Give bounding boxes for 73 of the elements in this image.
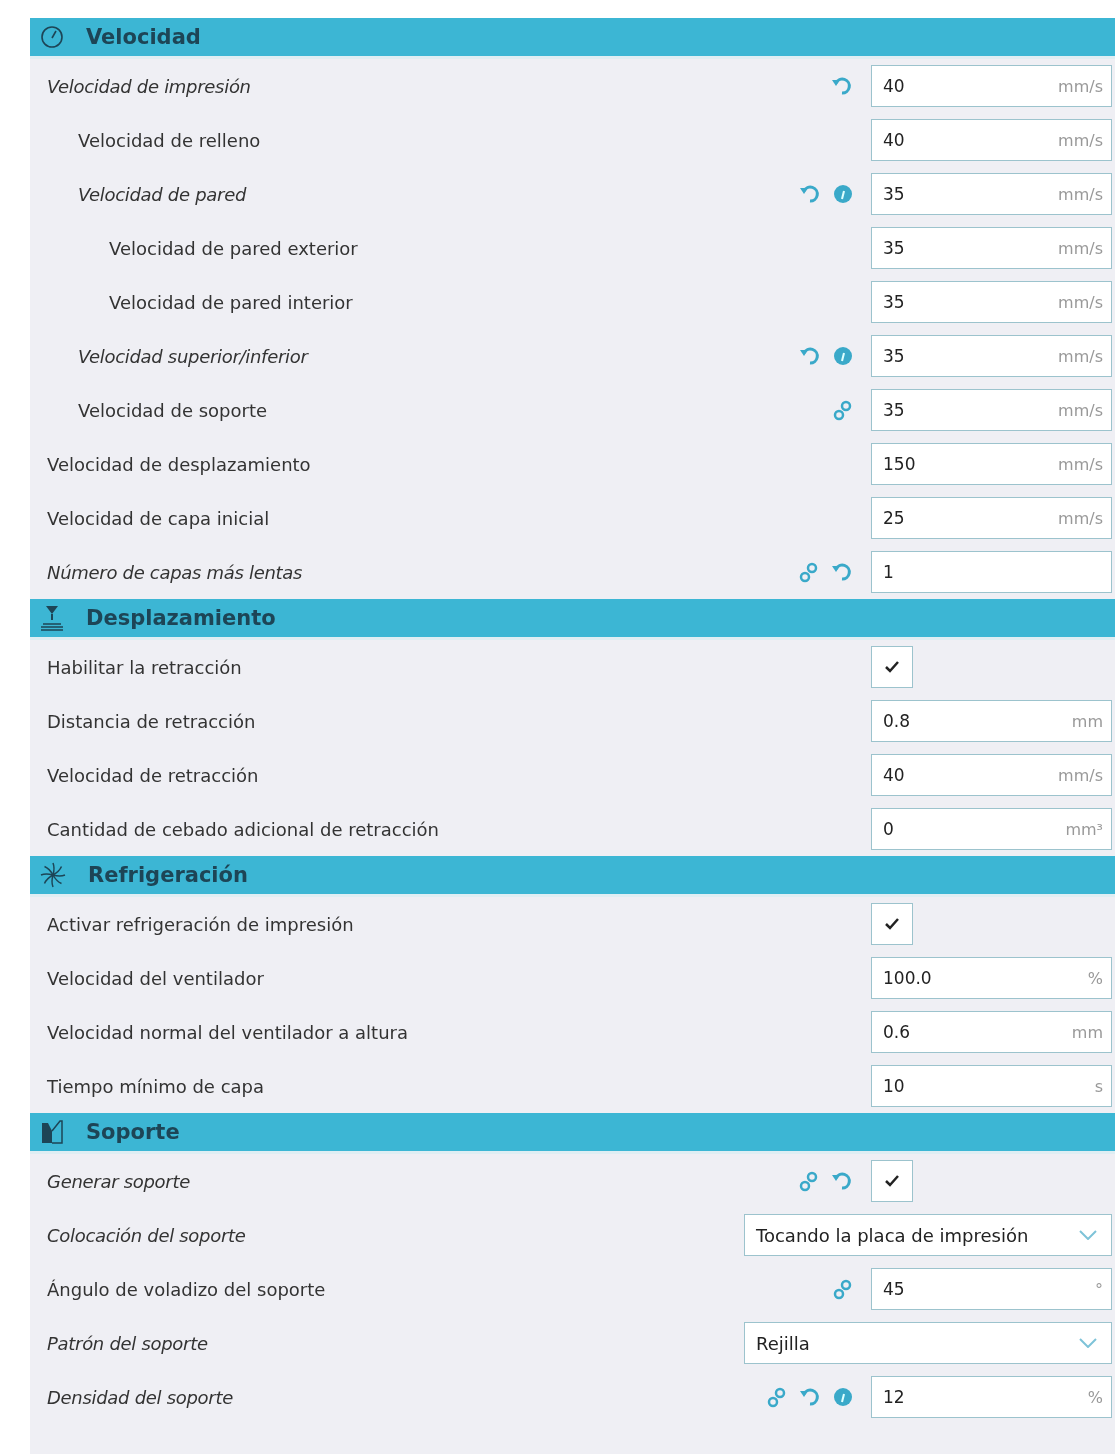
info-icon[interactable] (833, 346, 853, 366)
reset-icon[interactable] (799, 1386, 821, 1408)
setting-label: Velocidad superior/inferior (77, 345, 308, 367)
fan-icon (40, 862, 66, 888)
setting-label: Velocidad de pared interior (108, 291, 353, 313)
setting-label: Velocidad de desplazamiento (46, 453, 311, 475)
number-field[interactable]: 35 mm/s (871, 227, 1112, 269)
setting-label: Número de capas más lentas (46, 561, 303, 583)
chevron-icon (1079, 1230, 1097, 1240)
checkbox[interactable] (871, 903, 913, 945)
nozzle-icon (40, 605, 64, 631)
setting-label: Velocidad normal del ventilador a altura (46, 1021, 408, 1043)
checkmark-icon (884, 917, 900, 931)
number-field[interactable]: 35 mm/s (871, 389, 1112, 431)
number-field[interactable]: 0.6 mm (871, 1011, 1112, 1053)
setting-label: Activar refrigeración de impresión (46, 913, 354, 935)
setting-label: Cantidad de cebado adicional de retracción (46, 818, 439, 840)
setting-label: Distancia de retracción (46, 710, 256, 732)
section-header[interactable]: Velocidad (30, 18, 1115, 59)
reset-icon[interactable] (799, 345, 821, 367)
checkmark-icon (884, 660, 900, 674)
setting-label: Patrón del soporte (46, 1332, 208, 1354)
number-field[interactable]: 100.0 % (871, 957, 1112, 999)
dropdown[interactable]: Tocando la placa de impresión (744, 1214, 1112, 1256)
setting-label: Velocidad de relleno (77, 129, 261, 151)
setting-label: Velocidad de retracción (46, 764, 259, 786)
number-field[interactable]: 0 mm³ (871, 808, 1112, 850)
setting-label: Colocación del soporte (46, 1224, 246, 1246)
setting-label: Velocidad de capa inicial (46, 507, 270, 529)
number-field[interactable]: 0.8 mm (871, 700, 1112, 742)
setting-label: Tiempo mínimo de capa (46, 1075, 265, 1097)
number-field[interactable]: 35 mm/s (871, 281, 1112, 323)
number-field[interactable]: 40 mm/s (871, 119, 1112, 161)
number-field[interactable]: 35 mm/s (871, 335, 1112, 377)
link-icon[interactable] (833, 1278, 853, 1300)
setting-label: Densidad del soporte (46, 1386, 233, 1408)
dropdown[interactable]: Rejilla (744, 1322, 1112, 1364)
setting-label: Velocidad de pared exterior (108, 237, 358, 259)
setting-label: Velocidad de pared (77, 183, 247, 205)
reset-icon[interactable] (831, 561, 853, 583)
setting-label: Generar soporte (46, 1170, 190, 1192)
link-icon[interactable] (799, 561, 819, 583)
section-header[interactable]: Refrigeración (30, 856, 1115, 897)
setting-label: Ángulo de voladizo del soporte (46, 1278, 326, 1300)
setting-label: Velocidad del ventilador (46, 967, 264, 989)
checkbox[interactable] (871, 1160, 913, 1202)
number-field[interactable]: 10 s (871, 1065, 1112, 1107)
link-icon[interactable] (833, 399, 853, 421)
number-field[interactable]: 35 mm/s (871, 173, 1112, 215)
setting-label: Velocidad de impresión (46, 75, 251, 97)
info-icon[interactable] (833, 1387, 853, 1407)
number-field[interactable]: 1 (871, 551, 1112, 593)
number-field[interactable]: 45 ° (871, 1268, 1112, 1310)
reset-icon[interactable] (799, 183, 821, 205)
link-icon[interactable] (799, 1170, 819, 1192)
reset-icon[interactable] (831, 75, 853, 97)
number-field[interactable]: 12 % (871, 1376, 1112, 1418)
reset-icon[interactable] (831, 1170, 853, 1192)
number-field[interactable]: 25 mm/s (871, 497, 1112, 539)
support-icon (40, 1119, 64, 1145)
number-field[interactable]: 40 mm/s (871, 754, 1112, 796)
section-header[interactable]: Desplazamiento (30, 599, 1115, 640)
setting-label: Habilitar la retracción (46, 656, 242, 678)
setting-label: Velocidad de soporte (77, 399, 268, 421)
number-field[interactable]: 40 mm/s (871, 65, 1112, 107)
info-icon[interactable] (833, 184, 853, 204)
section-header[interactable]: Soporte (30, 1113, 1115, 1154)
chevron-icon (1079, 1338, 1097, 1348)
number-field[interactable]: 150 mm/s (871, 443, 1112, 485)
link-icon[interactable] (767, 1386, 787, 1408)
checkmark-icon (884, 1174, 900, 1188)
gauge-icon (40, 25, 64, 49)
checkbox[interactable] (871, 646, 913, 688)
